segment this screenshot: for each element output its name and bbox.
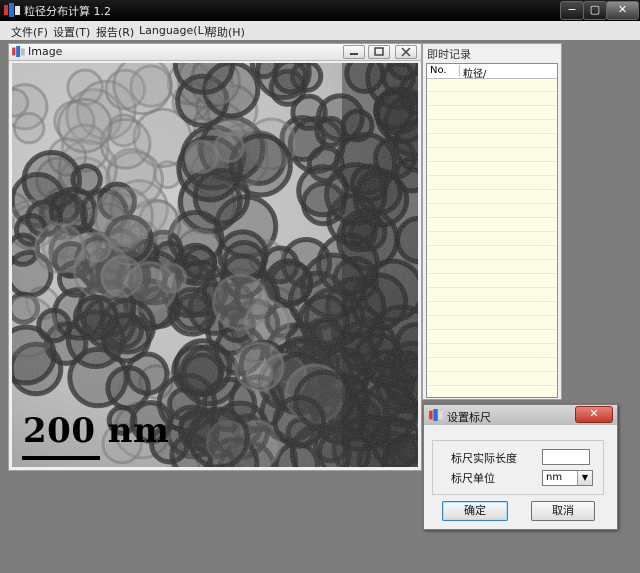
ok-button[interactable]: 确定 [442,501,508,521]
close-button[interactable]: ✕ [606,1,639,20]
tem-image [12,63,418,467]
menu-bar: 文件(F) 设置(T) 报告(R) Language(L) 帮助(H) [0,21,640,41]
menu-settings[interactable]: 设置(T) [53,24,90,40]
close-icon [401,47,411,57]
image-window-title: Image [28,45,63,58]
menu-help[interactable]: 帮助(H) [206,24,245,40]
scale-settings-group: 标尺实际长度 标尺单位 nm ▼ [432,440,604,495]
minimize-button[interactable]: − [560,1,584,20]
scale-bar-label: 200 nm [23,411,170,451]
unit-label: 标尺单位 [451,472,495,485]
unit-select[interactable]: nm ▼ [542,470,593,486]
child-restore-button[interactable] [368,45,390,59]
image-window: Image 200 nm [8,43,422,471]
tem-micrograph[interactable]: 200 nm [12,63,418,467]
menu-report[interactable]: 报告(R) [96,24,134,40]
child-minimize-button[interactable] [343,45,365,59]
dialog-close-button[interactable]: ✕ [575,406,613,423]
app-icon [4,3,20,17]
record-window: 即时记录 No. 粒径/ [422,43,562,400]
scale-bar [22,456,100,460]
menu-file[interactable]: 文件(F) [11,24,48,40]
child-close-button[interactable] [395,45,417,59]
record-list[interactable]: No. 粒径/ [426,63,558,398]
restore-icon [374,47,384,56]
minimize-icon [350,53,358,55]
column-header-size[interactable]: 粒径/ [463,65,486,80]
set-scale-dialog: 设置标尺 ✕ 标尺实际长度 标尺单位 nm ▼ 确定 取消 [423,404,618,530]
maximize-button[interactable]: ▢ [583,1,607,20]
column-header-no[interactable]: No. [430,65,460,76]
application-window: 粒径分布计算 1.2 − ▢ ✕ 文件(F) 设置(T) 报告(R) Langu… [0,0,640,573]
unit-select-value: nm [546,472,563,483]
dialog-title: 设置标尺 [447,411,491,424]
title-bar[interactable]: 粒径分布计算 1.2 − ▢ ✕ [0,0,640,21]
cancel-button[interactable]: 取消 [531,501,595,521]
chevron-down-icon[interactable]: ▼ [577,471,592,485]
menu-language[interactable]: Language(L) [139,24,208,37]
length-label: 标尺实际长度 [451,452,517,465]
record-window-title: 即时记录 [427,48,471,61]
image-window-caption[interactable]: Image [9,44,421,61]
app-icon [12,46,25,57]
record-list-header: No. 粒径/ [427,64,557,80]
dialog-caption[interactable]: 设置标尺 ✕ [424,405,617,425]
window-title: 粒径分布计算 1.2 [24,5,111,18]
app-icon [429,409,443,421]
scale-length-input[interactable] [542,449,590,465]
